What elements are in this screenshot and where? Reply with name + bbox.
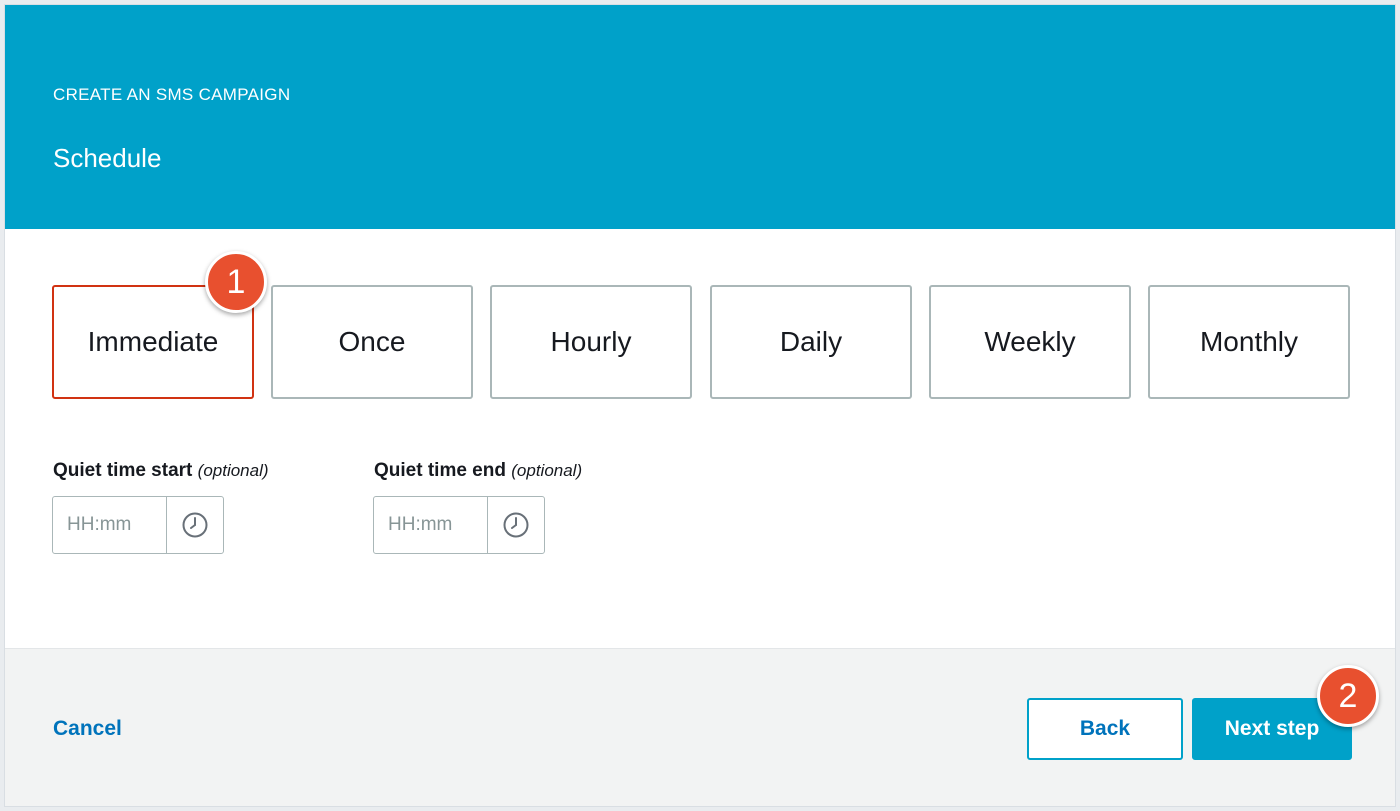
quiet-time-end-label: Quiet time end (optional) (374, 460, 582, 482)
optional-hint: (optional) (197, 461, 269, 480)
page-title: Schedule (53, 143, 162, 173)
schedule-option-label: Weekly (984, 326, 1076, 357)
back-button[interactable]: Back (1027, 698, 1183, 760)
schedule-option-once[interactable]: Once (271, 285, 473, 399)
quiet-time-end-label-text: Quiet time end (374, 460, 506, 481)
quiet-time-start-field (52, 496, 224, 554)
schedule-option-label: Once (338, 326, 406, 357)
quiet-time-end-input[interactable] (374, 497, 487, 553)
schedule-option-label: Hourly (550, 326, 632, 357)
clock-icon (503, 512, 529, 538)
quiet-time-end-picker-button[interactable] (487, 497, 544, 553)
quiet-time-start-input[interactable] (53, 497, 166, 553)
quiet-time-start-label: Quiet time start (optional) (53, 460, 269, 482)
page-header: CREATE AN SMS CAMPAIGN Schedule (5, 5, 1395, 229)
schedule-option-monthly[interactable]: Monthly (1148, 285, 1350, 399)
clock-icon (182, 512, 208, 538)
schedule-option-label: Immediate (87, 326, 219, 357)
schedule-option-label: Monthly (1199, 326, 1299, 357)
wizard-eyebrow: CREATE AN SMS CAMPAIGN (53, 85, 291, 104)
schedule-option-hourly[interactable]: Hourly (490, 285, 692, 399)
schedule-option-weekly[interactable]: Weekly (929, 285, 1131, 399)
quiet-time-start-picker-button[interactable] (166, 497, 223, 553)
schedule-panel: CREATE AN SMS CAMPAIGN Schedule Immediat… (4, 4, 1396, 807)
schedule-option-daily[interactable]: Daily (710, 285, 912, 399)
callout-badge-1: 1 (205, 251, 267, 313)
optional-hint: (optional) (511, 461, 583, 480)
callout-badge-2: 2 (1317, 665, 1379, 727)
cancel-link[interactable]: Cancel (53, 717, 122, 741)
wizard-footer (5, 648, 1395, 806)
quiet-time-end-field (373, 496, 545, 554)
schedule-option-label: Daily (779, 326, 843, 357)
quiet-time-start-label-text: Quiet time start (53, 460, 193, 481)
